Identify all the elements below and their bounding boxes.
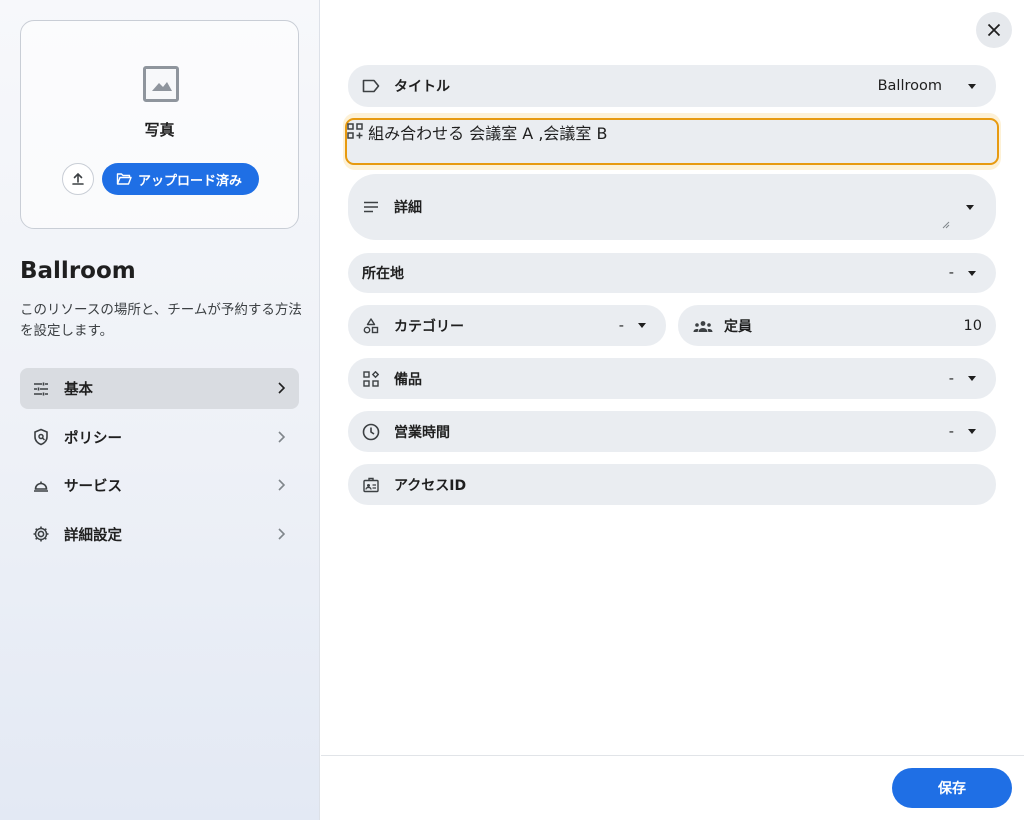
equipment-widgets-icon: [362, 370, 380, 388]
sidebar-panel: 写真 アップロード済み Ballroom このリソースの場所と、チームが予約する…: [0, 0, 320, 820]
grid-add-icon: [347, 123, 368, 143]
dropdown-caret-icon: [968, 376, 976, 381]
dropdown-caret-icon: [968, 83, 976, 89]
uploaded-label: アップロード済み: [138, 173, 243, 189]
uploaded-button[interactable]: アップロード済み: [102, 163, 259, 195]
category-value: -: [618, 317, 624, 334]
location-value: -: [948, 265, 954, 281]
close-icon: [987, 23, 1001, 37]
policy-shield-icon: [34, 428, 48, 446]
dropdown-caret-icon: [968, 270, 976, 276]
category-label: カテゴリー: [394, 318, 464, 335]
tune-icon: [34, 382, 48, 395]
photo-label: 写真: [144, 121, 175, 139]
capacity-value[interactable]: 10: [964, 318, 982, 334]
chevron-right-icon: [278, 527, 285, 540]
equipment-value: -: [948, 370, 954, 387]
nav-item-advanced[interactable]: 詳細設定: [20, 514, 299, 555]
upload-button[interactable]: [62, 163, 94, 195]
folder-open-icon: [116, 173, 132, 185]
title-value: Ballroom: [877, 78, 942, 94]
dropdown-caret-icon: [966, 204, 974, 210]
image-placeholder-icon: [143, 66, 179, 102]
nav-item-basic[interactable]: 基本: [20, 368, 299, 409]
capacity-field[interactable]: 定員 10: [678, 305, 996, 346]
combine-field[interactable]: 組み合わせる 会議室 A ,会議室 B: [345, 118, 999, 165]
photo-card: 写真 アップロード済み: [20, 20, 299, 229]
chevron-right-icon: [278, 382, 285, 394]
hours-field[interactable]: 営業時間 -: [348, 411, 996, 452]
resource-description: このリソースの場所と、チームが予約する方法を設定します。: [20, 302, 302, 339]
title-label: タイトル: [394, 79, 450, 95]
combine-label: 組み合わせる: [368, 124, 465, 143]
save-button[interactable]: 保存: [892, 768, 1012, 808]
close-button[interactable]: [976, 12, 1012, 48]
dropdown-caret-icon: [968, 429, 976, 434]
resource-title: Ballroom: [20, 258, 136, 284]
clock-icon: [362, 423, 380, 441]
title-field[interactable]: タイトル Ballroom: [348, 65, 996, 107]
gear-icon: [33, 526, 49, 542]
upload-icon: [72, 172, 84, 185]
nav-item-label: 詳細設定: [64, 527, 122, 544]
hours-label: 営業時間: [394, 424, 450, 441]
details-field[interactable]: 詳細: [348, 174, 996, 240]
people-group-icon: [692, 317, 714, 335]
chevron-right-icon: [278, 479, 285, 491]
category-shapes-icon: [362, 317, 380, 335]
location-field[interactable]: 所在地 -: [348, 253, 996, 293]
badge-id-icon: [362, 476, 380, 494]
location-label: 所在地: [362, 266, 404, 282]
combine-value: 会議室 A ,会議室 B: [469, 124, 608, 143]
nav-item-label: ポリシー: [64, 430, 122, 447]
settings-nav: 基本 ポリシー サービス 詳細設定: [20, 368, 299, 562]
access-id-label: アクセスID: [394, 477, 467, 494]
equipment-label: 備品: [394, 371, 422, 388]
chevron-right-icon: [278, 430, 285, 443]
nav-item-service[interactable]: サービス: [20, 465, 299, 506]
nav-item-label: 基本: [64, 382, 93, 398]
access-id-field[interactable]: アクセスID: [348, 464, 996, 505]
equipment-field[interactable]: 備品 -: [348, 358, 996, 399]
label-tag-icon: [362, 77, 380, 95]
room-service-icon: [34, 481, 48, 492]
capacity-label: 定員: [724, 318, 752, 335]
dropdown-caret-icon: [638, 323, 646, 328]
nav-item-label: サービス: [64, 479, 122, 495]
resize-handle-icon[interactable]: [942, 221, 950, 229]
footer-divider: [321, 755, 1024, 756]
category-field[interactable]: カテゴリー -: [348, 305, 666, 346]
hours-value: -: [948, 423, 954, 440]
nav-item-policy[interactable]: ポリシー: [20, 417, 299, 458]
details-label: 詳細: [394, 200, 422, 216]
notes-icon: [362, 198, 380, 216]
